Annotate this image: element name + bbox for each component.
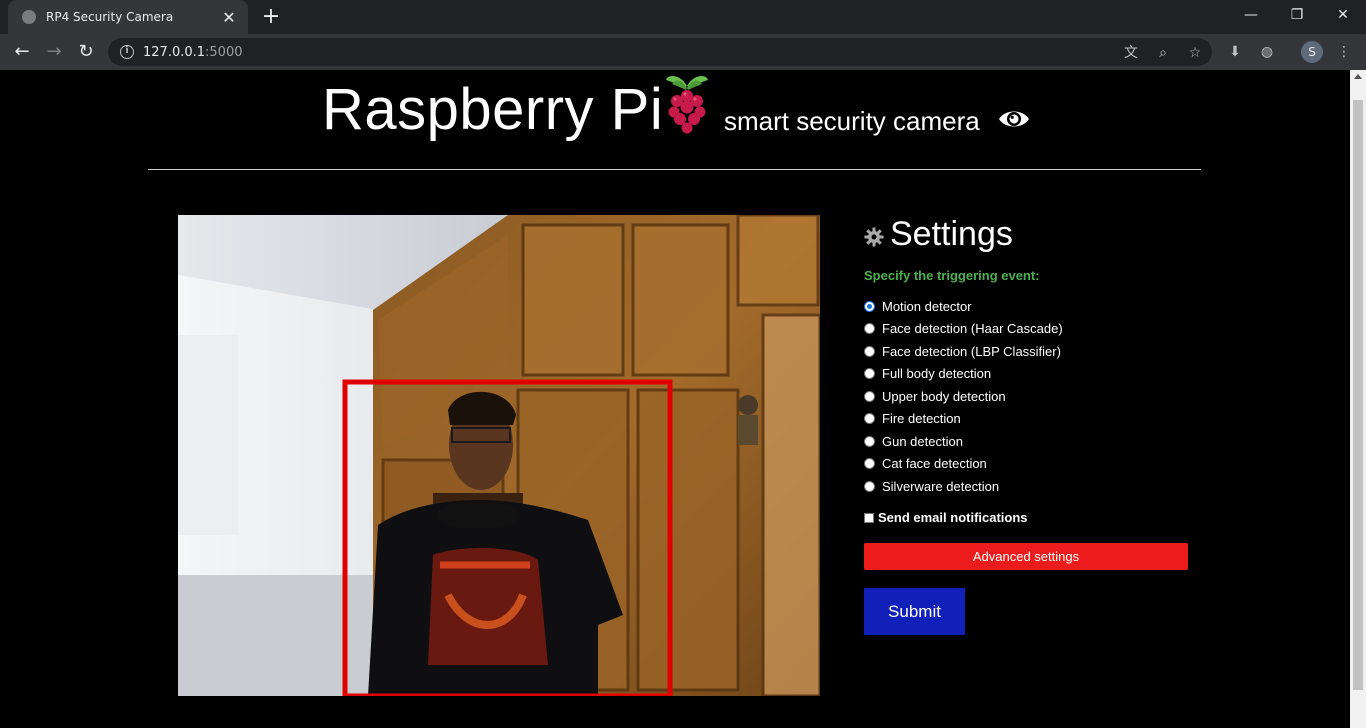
radio-face-lbp[interactable]: Face detection (LBP Classifier)	[864, 340, 1194, 363]
info-icon[interactable]: i	[120, 45, 134, 59]
new-tab-button[interactable]: +	[258, 4, 284, 30]
trigger-radio-list: Motion detector Face detection (Haar Cas…	[864, 295, 1194, 498]
radio-full-body[interactable]: Full body detection	[864, 363, 1194, 386]
restore-icon[interactable]: ❐	[1274, 0, 1320, 30]
radio-face-haar[interactable]: Face detection (Haar Cascade)	[864, 318, 1194, 341]
translate-icon[interactable]: 文	[1122, 44, 1140, 62]
radio-button[interactable]	[864, 323, 875, 335]
eye-icon	[999, 111, 1029, 127]
url-port: :5000	[205, 44, 243, 60]
brand-title: Raspberry Pi	[322, 77, 664, 142]
radio-button[interactable]	[864, 413, 875, 425]
camera-frame-image	[178, 215, 820, 696]
page-scrollbar[interactable]	[1350, 70, 1366, 728]
page-viewport: Raspberry Pi smart security camera Setti…	[0, 70, 1350, 728]
scroll-up-arrow-icon[interactable]	[1354, 74, 1362, 79]
radio-button[interactable]	[864, 458, 875, 470]
back-arrow-icon[interactable]: ←	[8, 38, 36, 66]
gear-icon	[864, 227, 884, 247]
zoom-icon[interactable]: ⌕	[1154, 44, 1172, 62]
radio-button[interactable]	[864, 390, 875, 402]
brand-subtitle: smart security camera	[724, 106, 980, 136]
raspberry-icon	[666, 76, 708, 134]
radio-fire[interactable]: Fire detection	[864, 408, 1194, 431]
settings-panel: Settings Specify the triggering event: M…	[864, 210, 1194, 635]
reload-icon[interactable]: ↻	[72, 38, 100, 66]
camera-feed	[178, 215, 820, 696]
email-notifications-checkbox[interactable]	[864, 512, 874, 523]
header-divider	[148, 169, 1201, 170]
radio-gun[interactable]: Gun detection	[864, 430, 1194, 453]
trigger-label: Specify the triggering event:	[864, 268, 1040, 283]
submit-button[interactable]: Submit	[864, 587, 965, 635]
scrollbar-thumb[interactable]	[1353, 100, 1363, 690]
url-host: 127.0.0.1	[143, 44, 206, 60]
email-notifications-row[interactable]: Send email notifications	[864, 508, 1194, 528]
tab-title: RP4 Security Camera	[46, 10, 174, 24]
forward-arrow-icon[interactable]: →	[40, 38, 68, 66]
radio-button[interactable]	[864, 368, 875, 380]
radio-silverware[interactable]: Silverware detection	[864, 475, 1194, 498]
browser-tab-bar: RP4 Security Camera ✕ + — ❐ ✕	[0, 0, 1366, 34]
settings-title: Settings	[890, 214, 1013, 253]
settings-heading: Settings	[864, 210, 1194, 258]
profile-avatar[interactable]: S	[1301, 41, 1323, 63]
minimize-icon[interactable]: —	[1228, 0, 1274, 30]
browser-tab[interactable]: RP4 Security Camera ✕	[8, 0, 248, 34]
globe-icon	[22, 10, 36, 24]
radio-upper-body[interactable]: Upper body detection	[864, 385, 1194, 408]
browser-toolbar: ← → ↻ i 127.0.0.1:5000 文 ⌕ ☆ ⬇ ◍ ⋮	[0, 34, 1366, 70]
radio-button[interactable]	[864, 300, 875, 312]
star-icon[interactable]: ☆	[1186, 44, 1204, 62]
radio-motion-detector[interactable]: Motion detector	[864, 295, 1194, 318]
email-notifications-label: Send email notifications	[878, 510, 1028, 525]
advanced-settings-button[interactable]: Advanced settings	[864, 542, 1188, 570]
extension-globe-icon[interactable]: ◍	[1257, 42, 1277, 62]
menu-kebab-icon[interactable]: ⋮	[1334, 42, 1354, 62]
radio-button[interactable]	[864, 345, 875, 357]
radio-button[interactable]	[864, 435, 875, 447]
extension-download-icon[interactable]: ⬇	[1225, 42, 1245, 62]
close-window-icon[interactable]: ✕	[1320, 0, 1366, 30]
close-tab-icon[interactable]: ✕	[220, 8, 238, 27]
address-bar[interactable]: i 127.0.0.1:5000 文 ⌕ ☆	[108, 38, 1212, 66]
page-header: Raspberry Pi smart security camera	[0, 70, 1350, 170]
radio-cat-face[interactable]: Cat face detection	[864, 453, 1194, 476]
radio-button[interactable]	[864, 480, 875, 492]
